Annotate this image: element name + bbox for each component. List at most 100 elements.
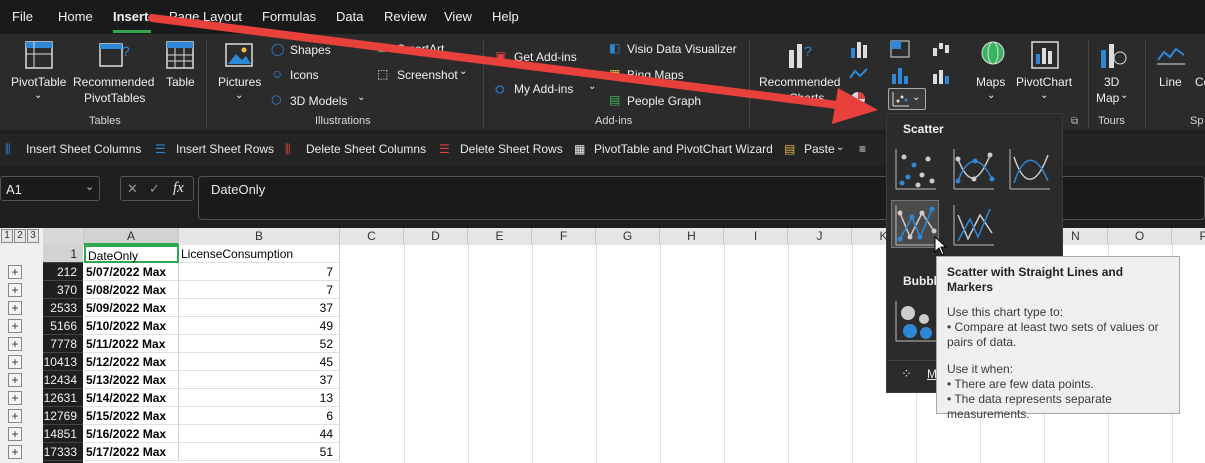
cancel-icon[interactable]: ✕ xyxy=(127,181,138,197)
combo-chart-icon[interactable] xyxy=(931,66,951,84)
my-addins-button[interactable]: My Add-ins xyxy=(514,82,573,96)
expand-group-icon[interactable]: + xyxy=(8,445,22,459)
expand-group-icon[interactable]: + xyxy=(8,265,22,279)
outline-level-1[interactable]: 1 xyxy=(1,229,13,243)
row-header[interactable]: 12434 xyxy=(43,371,83,389)
sparkline-column-button[interactable]: Co xyxy=(1195,75,1205,89)
3d-models-button[interactable]: 3D Models xyxy=(290,94,347,108)
cell-date[interactable]: 5/12/2022 Max xyxy=(84,353,179,371)
smartart-button[interactable]: SmartArt xyxy=(397,42,444,56)
row-header[interactable]: 14851 xyxy=(43,425,83,443)
outline-level-2[interactable]: 2 xyxy=(14,229,26,243)
paste-button[interactable]: Paste xyxy=(804,142,835,156)
scatter-straight-lines-option[interactable] xyxy=(949,200,997,248)
dialog-launcher-icon[interactable]: ⧉ xyxy=(1071,116,1078,127)
pie-chart-icon[interactable] xyxy=(849,90,867,108)
chevron-down-icon[interactable]: ⌄ xyxy=(1120,90,1128,101)
screenshot-button[interactable]: Screenshot xyxy=(397,68,458,82)
chevron-down-icon[interactable]: ⌄ xyxy=(34,90,42,101)
scatter-smooth-lines-option[interactable] xyxy=(1005,144,1053,192)
scatter-smooth-markers-option[interactable] xyxy=(949,144,997,192)
cell-license-consumption[interactable]: 49 xyxy=(179,317,340,335)
expand-group-icon[interactable]: + xyxy=(8,337,22,351)
row-header[interactable]: 12631 xyxy=(43,389,83,407)
statistic-chart-icon[interactable] xyxy=(890,66,910,84)
chevron-down-icon[interactable]: ⌄ xyxy=(836,142,844,153)
column-header-e[interactable]: E xyxy=(468,228,532,245)
cell-license-consumption[interactable]: 7 xyxy=(179,263,340,281)
bubble-option[interactable] xyxy=(891,296,939,344)
recommended-charts-button[interactable]: Recommended xyxy=(759,75,840,89)
column-header-g[interactable]: G xyxy=(596,228,660,245)
chevron-down-icon[interactable]: ⌄ xyxy=(235,90,243,101)
row-header[interactable]: 10413 xyxy=(43,353,83,371)
chevron-down-icon[interactable]: ⌄ xyxy=(85,180,94,193)
recommended-pivot-button[interactable]: Recommended xyxy=(73,75,154,89)
get-addins-button[interactable]: Get Add-ins xyxy=(514,50,577,64)
customize-qat-icon[interactable]: ≡ xyxy=(859,142,866,156)
cell-date[interactable]: 5/10/2022 Max xyxy=(84,317,179,335)
cell-date[interactable]: 5/16/2022 Max xyxy=(84,425,179,443)
scatter-markers-option[interactable] xyxy=(891,144,939,192)
row-header[interactable]: 1 xyxy=(43,245,83,263)
cell-license-consumption[interactable]: 6 xyxy=(179,407,340,425)
menu-view[interactable]: View xyxy=(444,9,472,24)
select-all-corner[interactable] xyxy=(43,228,84,245)
sparkline-line-button[interactable]: Line xyxy=(1159,75,1182,89)
menu-data[interactable]: Data xyxy=(336,9,363,24)
delete-columns-button[interactable]: Delete Sheet Columns xyxy=(306,142,426,156)
row-header[interactable]: 12769 xyxy=(43,407,83,425)
cell-license-consumption[interactable]: 7 xyxy=(179,281,340,299)
column-header-a[interactable]: A xyxy=(84,228,179,245)
cell-license-consumption[interactable]: 13 xyxy=(179,389,340,407)
row-header[interactable]: 370 xyxy=(43,281,83,299)
pivot-wizard-button[interactable]: PivotTable and PivotChart Wizard xyxy=(594,142,773,156)
line-chart-icon[interactable] xyxy=(849,66,869,82)
expand-group-icon[interactable]: + xyxy=(8,391,22,405)
cell-date[interactable]: 5/14/2022 Max xyxy=(84,389,179,407)
icons-button[interactable]: Icons xyxy=(290,68,319,82)
pivot-chart-button[interactable]: PivotChart xyxy=(1016,75,1072,89)
column-header-o[interactable]: O xyxy=(1108,228,1172,245)
enter-icon[interactable]: ✓ xyxy=(149,181,160,197)
expand-group-icon[interactable]: + xyxy=(8,355,22,369)
expand-group-icon[interactable]: + xyxy=(8,319,22,333)
chevron-down-icon[interactable]: ⌄ xyxy=(459,66,467,77)
cell-license-consumption[interactable]: 45 xyxy=(179,353,340,371)
people-graph-button[interactable]: People Graph xyxy=(627,94,701,108)
menu-file[interactable]: File xyxy=(12,9,33,24)
scatter-straight-markers-option[interactable] xyxy=(891,200,939,248)
bing-maps-button[interactable]: Bing Maps xyxy=(627,68,684,82)
cell-license-consumption[interactable]: 52 xyxy=(179,335,340,353)
expand-group-icon[interactable]: + xyxy=(8,283,22,297)
insert-function-button[interactable]: fx xyxy=(173,180,184,197)
expand-group-icon[interactable]: + xyxy=(8,427,22,441)
pivot-table-button[interactable]: PivotTable xyxy=(11,75,66,89)
menu-page-layout[interactable]: Page Layout xyxy=(169,9,242,24)
menu-help[interactable]: Help xyxy=(492,9,519,24)
insert-columns-button[interactable]: Insert Sheet Columns xyxy=(26,142,141,156)
cell-date[interactable]: 5/09/2022 Max xyxy=(84,299,179,317)
shapes-button[interactable]: Shapes xyxy=(290,43,331,57)
column-header-f[interactable]: F xyxy=(532,228,596,245)
row-header[interactable]: 7778 xyxy=(43,335,83,353)
row-header[interactable]: 17333 xyxy=(43,443,83,461)
expand-group-icon[interactable]: + xyxy=(8,409,22,423)
outline-level-3[interactable]: 3 xyxy=(27,229,39,243)
column-header-i[interactable]: I xyxy=(724,228,788,245)
column-header-d[interactable]: D xyxy=(404,228,468,245)
cell-b1[interactable]: LicenseConsumption xyxy=(179,245,340,263)
table-button[interactable]: Table xyxy=(166,75,195,89)
cell-date[interactable]: 5/17/2022 Max xyxy=(84,443,179,461)
maps-button[interactable]: Maps xyxy=(976,75,1005,89)
menu-review[interactable]: Review xyxy=(384,9,427,24)
menu-home[interactable]: Home xyxy=(58,9,93,24)
cell-date[interactable]: 5/13/2022 Max xyxy=(84,371,179,389)
pictures-button[interactable]: Pictures xyxy=(218,75,261,89)
column-header-h[interactable]: H xyxy=(660,228,724,245)
column-header-c[interactable]: C xyxy=(340,228,404,245)
3d-map-button[interactable]: 3D xyxy=(1104,75,1119,89)
waterfall-chart-icon[interactable] xyxy=(931,40,951,58)
chevron-down-icon[interactable]: ⌄ xyxy=(357,92,365,103)
column-header-p[interactable]: P xyxy=(1172,228,1205,245)
